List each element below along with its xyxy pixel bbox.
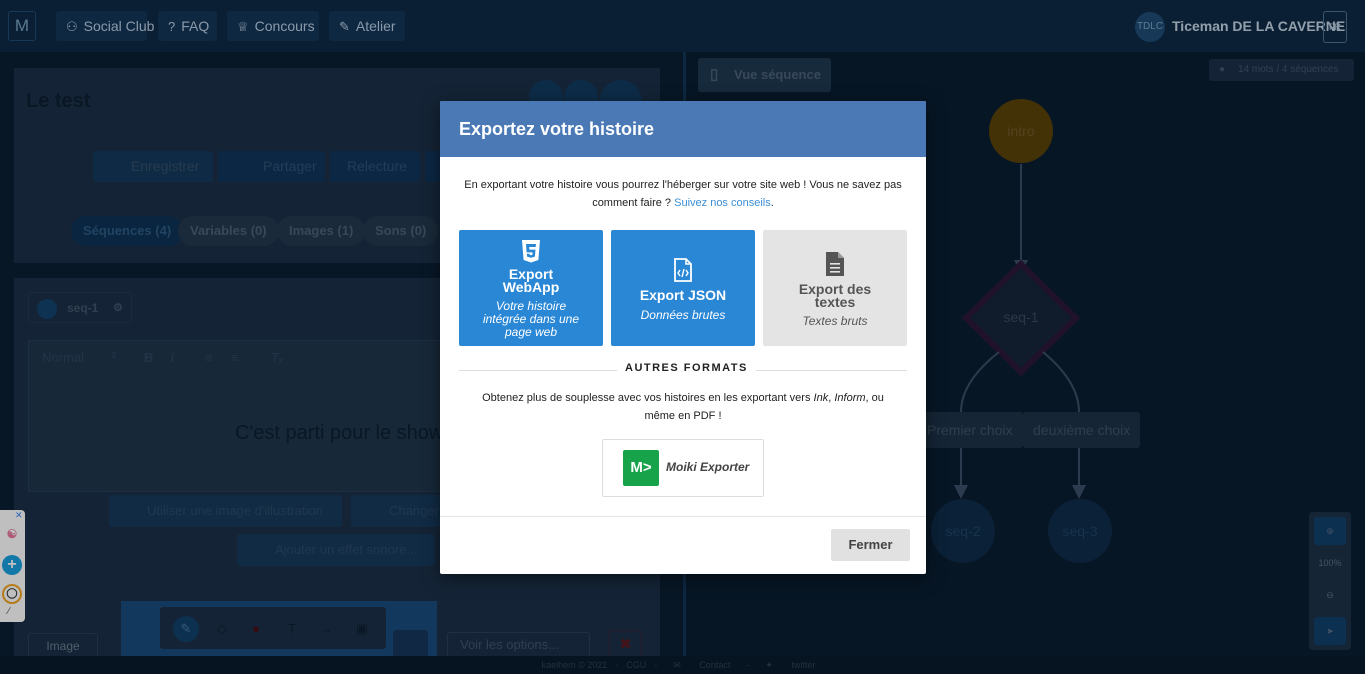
modal-intro: En exportant votre histoire vous pourrez…: [464, 179, 902, 209]
card-title: Export JSON: [639, 287, 727, 303]
modal-footer-divider: [440, 516, 926, 517]
other-formats-text: Obtenez plus de souplesse avec vos histo…: [482, 392, 884, 422]
moiki-logo: M>: [623, 450, 659, 486]
card-subtitle: Votre histoire intégrée dans une page we…: [482, 299, 580, 339]
other-formats-title: AUTRES FORMATS: [617, 362, 756, 374]
card-subtitle: Textes bruts: [802, 314, 868, 328]
export-webapp-card[interactable]: Export WebApp Votre histoire intégrée da…: [459, 230, 603, 346]
moiki-exporter-label: Moiki Exporter: [666, 460, 750, 474]
html5-icon: [522, 240, 540, 263]
moiki-exporter-button[interactable]: M> Moiki Exporter: [602, 439, 764, 497]
text-file-icon: [826, 252, 844, 276]
card-subtitle: Données brutes: [640, 308, 726, 322]
card-title: Export WebApp: [502, 266, 560, 295]
export-modal: Exportez votre histoire En exportant vot…: [440, 101, 926, 574]
export-text-card[interactable]: Export des textes Textes bruts: [763, 230, 907, 346]
close-button[interactable]: Fermer: [831, 529, 910, 561]
modal-title: Exportez votre histoire: [440, 101, 926, 157]
export-json-card[interactable]: Export JSON Données brutes: [611, 230, 755, 346]
json-file-icon: [674, 258, 692, 282]
card-title: Export des textes: [798, 281, 872, 310]
tips-link[interactable]: Suivez nos conseils: [674, 197, 771, 209]
